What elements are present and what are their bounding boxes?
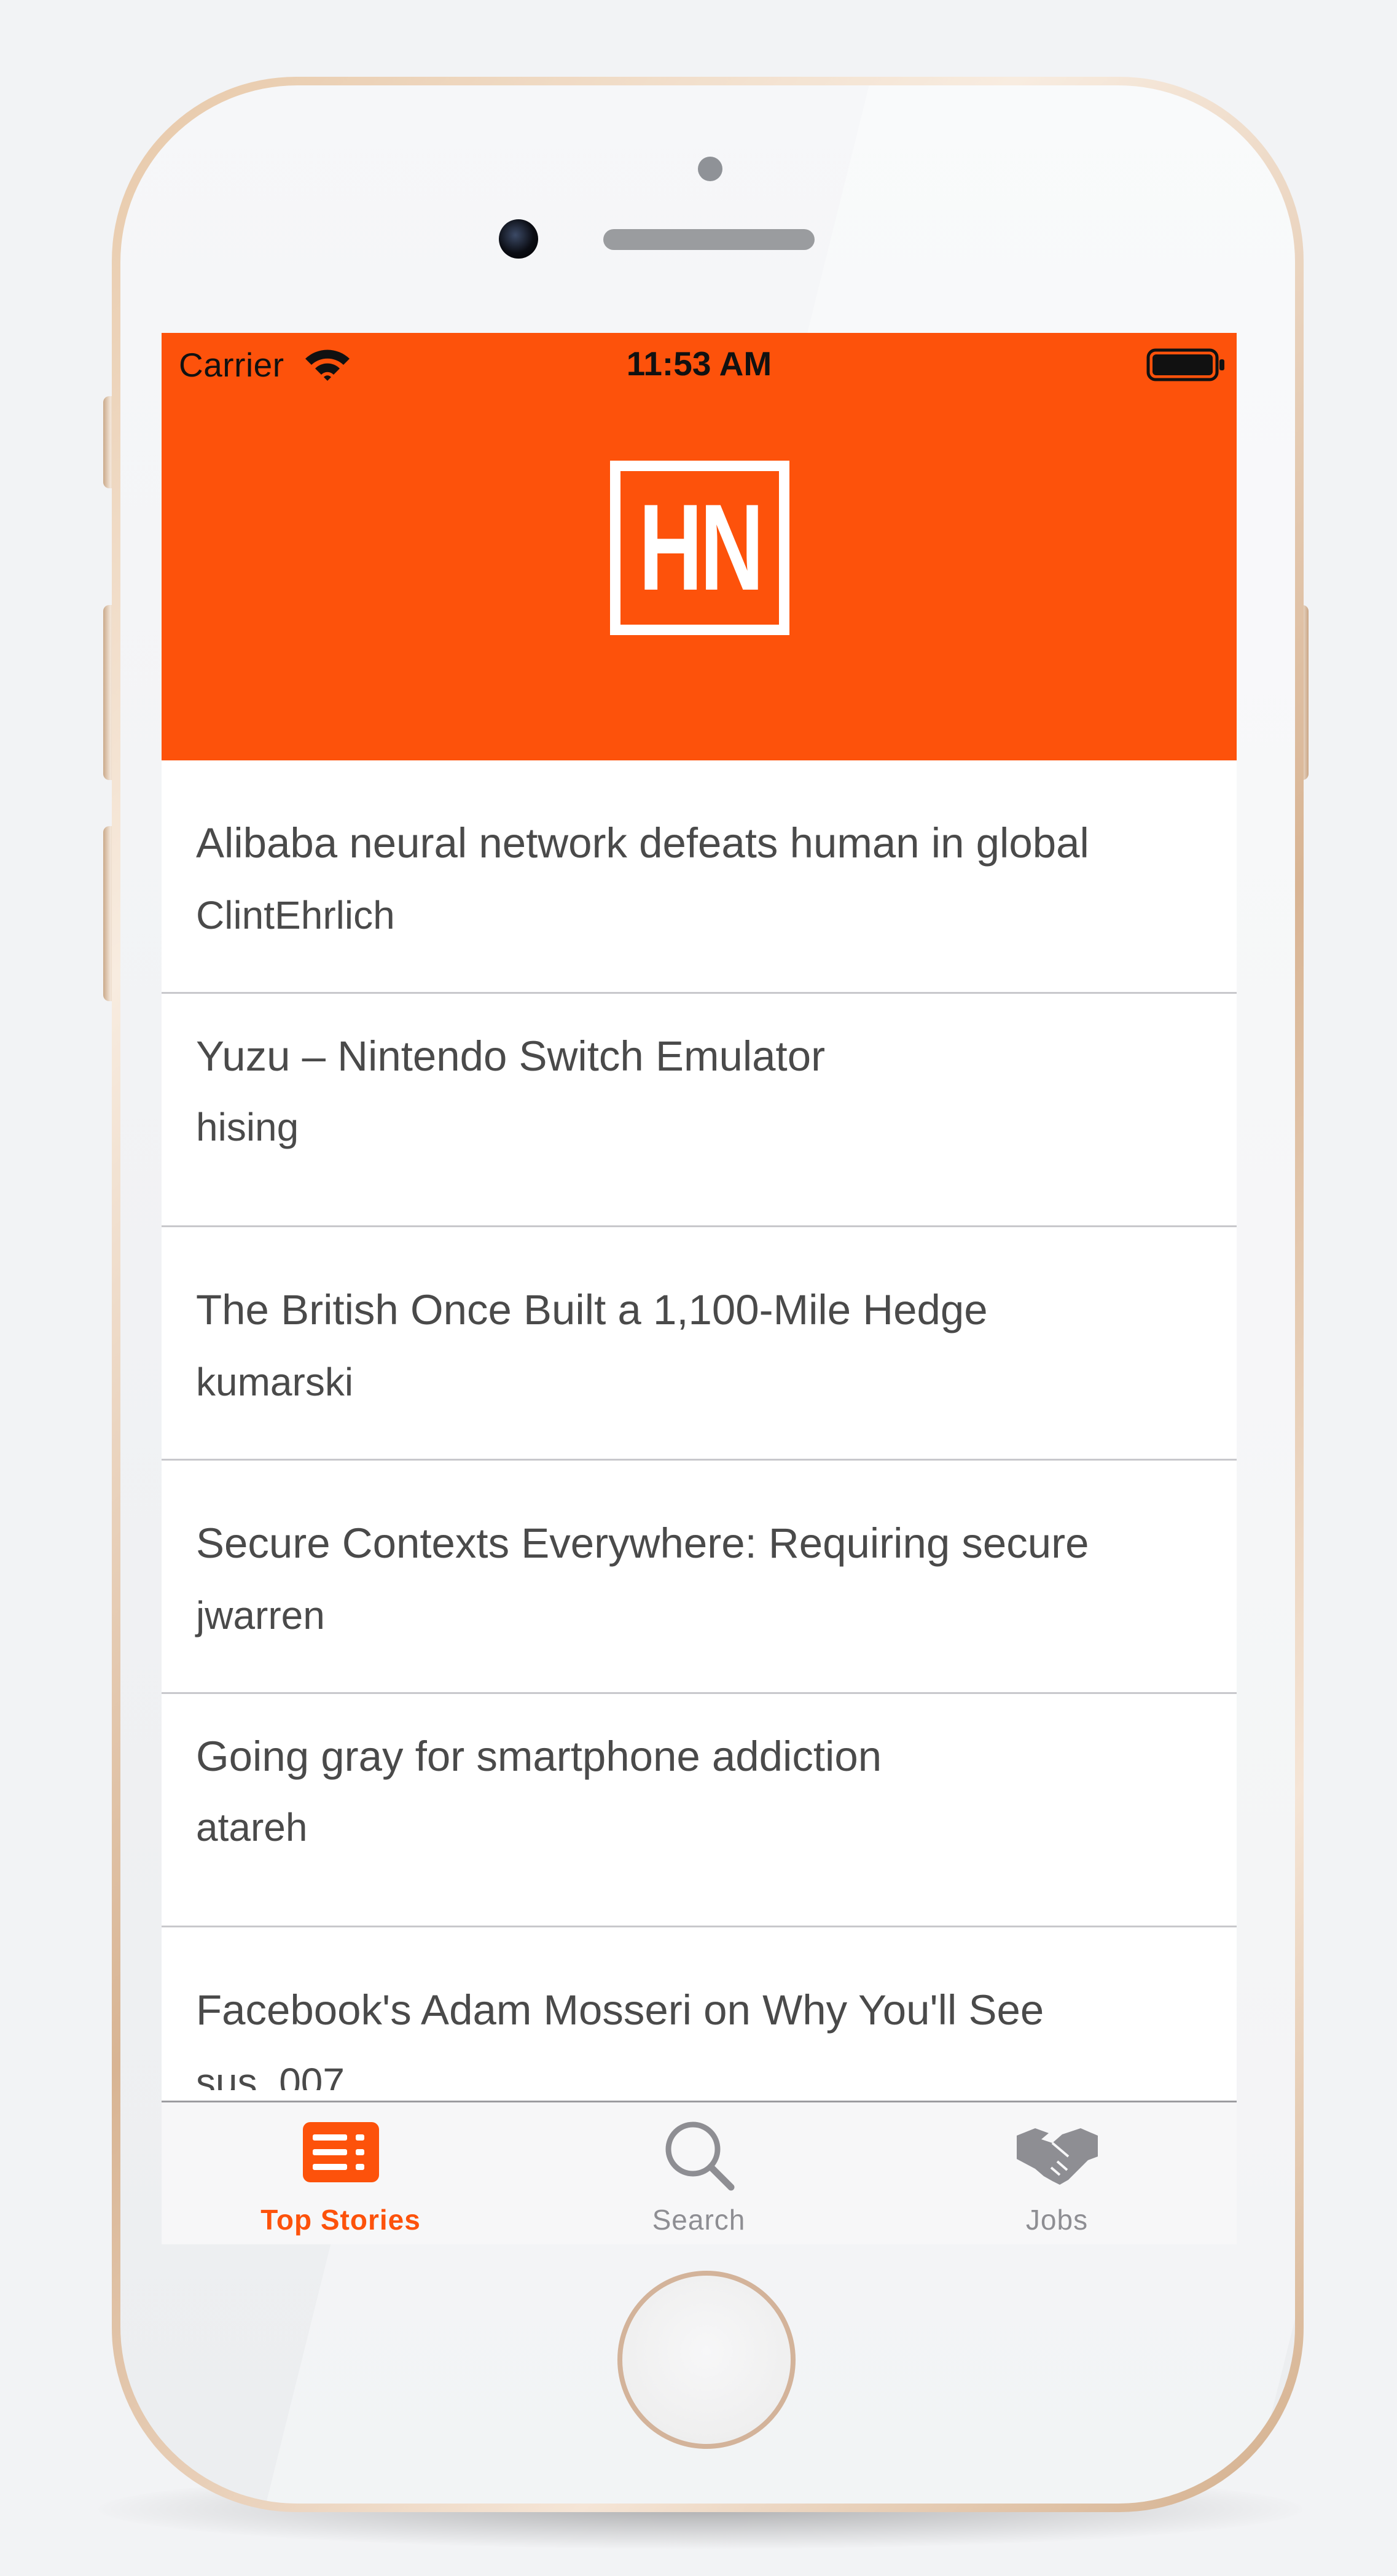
front-camera (499, 219, 538, 259)
story-title: Secure Contexts Everywhere: Requiring se… (196, 1520, 1089, 1567)
story-author: hising (196, 1105, 299, 1149)
tab-top-stories-label: Top Stories (260, 2204, 421, 2236)
story-title: Going gray for smartphone addiction (196, 1733, 882, 1780)
handshake-icon (1016, 2128, 1098, 2185)
home-button[interactable] (617, 2271, 796, 2449)
story-title: Alibaba neural network defeats human in … (196, 819, 1089, 867)
story-title: Facebook's Adam Mosseri on Why You'll Se… (196, 1986, 1044, 2034)
search-icon (665, 2121, 734, 2191)
status-time: 11:53 AM (626, 345, 772, 383)
story-title: The British Once Built a 1,100-Mile Hedg… (196, 1286, 988, 1333)
story-list[interactable]: Alibaba neural network defeats human in … (162, 760, 1237, 2090)
earpiece-speaker (603, 229, 815, 250)
story-author: sus_007 (196, 2060, 345, 2090)
tab-jobs[interactable]: Jobs (878, 2102, 1236, 2244)
hn-logo-text: HN (638, 479, 764, 616)
story-row[interactable]: The British Once Built a 1,100-Mile Hedg… (162, 1227, 1237, 1461)
story-row[interactable]: Yuzu – Nintendo Switch Emulator hising (162, 994, 1237, 1227)
app-header: Carrier 11:53 AM HN (162, 333, 1237, 760)
tab-top-stories[interactable]: Top Stories (162, 2102, 520, 2244)
tab-search-label: Search (652, 2204, 746, 2236)
proximity-sensor (698, 157, 722, 181)
story-row[interactable]: Alibaba neural network defeats human in … (162, 760, 1237, 994)
tab-bar: Top Stories Search Jobs (162, 2101, 1237, 2244)
story-author: jwarren (196, 1593, 325, 1637)
status-bar: Carrier 11:53 AM (162, 333, 1237, 394)
story-row[interactable]: Going gray for smartphone addiction atar… (162, 1694, 1237, 1927)
screen: Carrier 11:53 AM HN Alibaba neural netwo… (162, 333, 1237, 2244)
battery-icon (1146, 348, 1224, 381)
story-author: atareh (196, 1805, 308, 1849)
top-stories-icon (302, 2122, 379, 2182)
tab-search[interactable]: Search (520, 2102, 878, 2244)
story-row[interactable]: Facebook's Adam Mosseri on Why You'll Se… (162, 1927, 1237, 2090)
hn-logo: HN (610, 461, 789, 635)
story-author: kumarski (196, 1360, 354, 1404)
story-title: Yuzu – Nintendo Switch Emulator (196, 1032, 826, 1080)
story-author: ClintEhrlich (196, 893, 395, 937)
tab-jobs-label: Jobs (1025, 2204, 1089, 2236)
story-row[interactable]: Secure Contexts Everywhere: Requiring se… (162, 1461, 1237, 1694)
